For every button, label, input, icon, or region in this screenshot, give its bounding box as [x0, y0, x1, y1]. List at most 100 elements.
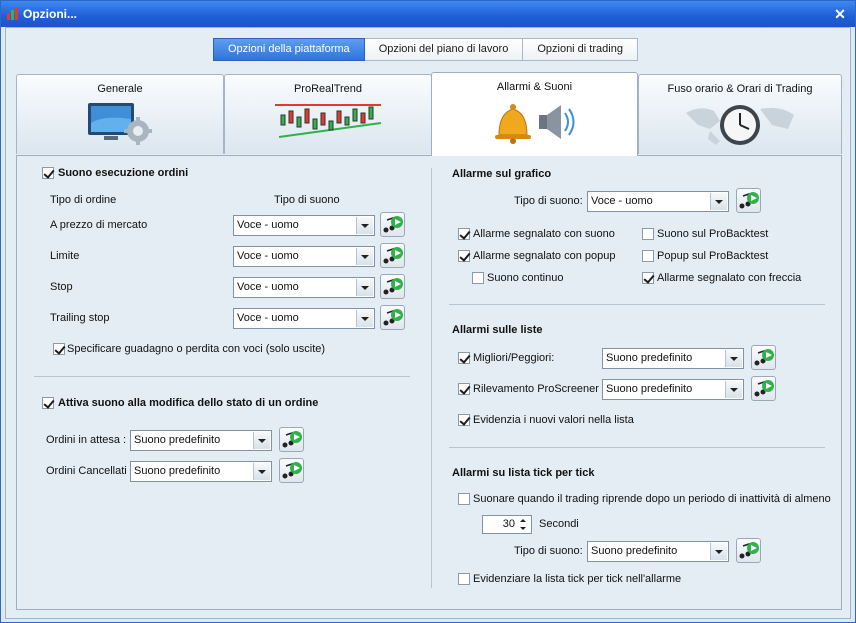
chevron-down-icon: [356, 279, 373, 296]
best-worst-sound-select[interactable]: Suono predefinito: [602, 348, 744, 369]
continuous-sound-checkbox[interactable]: [472, 272, 484, 284]
market-sound-select[interactable]: Voce - uomo: [233, 215, 375, 236]
bell-speaker-icon: [494, 104, 574, 144]
play-sound-button[interactable]: [279, 458, 304, 483]
best-worst-label: Migliori/Peggiori:: [473, 352, 555, 364]
play-sound-button[interactable]: [736, 188, 761, 213]
music-play-icon: [739, 542, 759, 559]
best-worst-checkbox[interactable]: [458, 352, 470, 364]
select-value: Suono predefinito: [134, 465, 221, 477]
limit-sound-select[interactable]: Voce - uomo: [233, 246, 375, 267]
alarm-sound-checkbox[interactable]: [458, 228, 470, 240]
select-value: Suono predefinito: [134, 434, 221, 446]
select-value: Suono predefinito: [591, 545, 678, 557]
select-value: Suono predefinito: [606, 383, 693, 395]
trailing-stop-sound-select[interactable]: Voce - uomo: [233, 308, 375, 329]
order-sound-title: Suono esecuzione ordini: [58, 167, 189, 179]
chevron-down-icon: [356, 310, 373, 327]
chevron-down-icon: [710, 193, 727, 210]
title-bar[interactable]: Opzioni... ✕: [1, 1, 855, 27]
tick-sound-select[interactable]: Suono predefinito: [587, 541, 729, 562]
category-tab-timezone[interactable]: Fuso orario & Orari di Trading: [638, 74, 842, 154]
column-divider: [431, 168, 432, 588]
play-sound-button[interactable]: [736, 538, 761, 563]
status-sound-title: Attiva suono alla modifica dello stato d…: [58, 397, 319, 409]
tab-workspace-options[interactable]: Opzioni del piano di lavoro: [364, 38, 524, 61]
play-sound-button[interactable]: [751, 345, 776, 370]
divider: [449, 304, 825, 305]
probacktest-sound-label: Suono sul ProBacktest: [657, 228, 769, 240]
alarm-popup-label: Allarme segnalato con popup: [473, 250, 616, 262]
trend-chart-icon: [275, 104, 382, 138]
spinner-value: 30: [502, 518, 515, 530]
cancelled-orders-label: Ordini Cancellati: [46, 465, 127, 477]
music-play-icon: [383, 247, 403, 264]
category-label: Fuso orario & Orari di Trading: [667, 83, 813, 95]
tick-sound-type-label: Tipo di suono:: [514, 545, 583, 557]
order-type-label: A prezzo di mercato: [50, 219, 148, 231]
play-sound-button[interactable]: [751, 376, 776, 401]
options-window: Opzioni... ✕ Opzioni della piattaforma O…: [0, 0, 856, 623]
proscreener-label: Rilevamento ProScreener: [473, 383, 599, 395]
select-value: Voce - uomo: [237, 219, 299, 231]
seconds-spinner[interactable]: 30: [482, 515, 532, 534]
music-play-icon: [383, 216, 403, 233]
tab-trading-options[interactable]: Opzioni di trading: [523, 38, 638, 61]
category-tab-prorealtrend[interactable]: ProRealTrend: [224, 74, 432, 154]
specify-voice-checkbox[interactable]: [53, 343, 65, 355]
chart-sound-select[interactable]: Voce - uomo: [587, 191, 729, 212]
spin-down-icon[interactable]: [518, 525, 530, 533]
highlight-tick-label: Evidenziare la lista tick per tick nell'…: [473, 573, 682, 585]
spin-up-icon[interactable]: [518, 517, 530, 525]
cancelled-sound-select[interactable]: Suono predefinito: [130, 461, 272, 482]
chevron-down-icon: [253, 432, 270, 449]
category-tab-alarms-sounds[interactable]: Allarmi & Suoni: [431, 72, 638, 156]
alarm-arrow-checkbox[interactable]: [642, 272, 654, 284]
probacktest-popup-checkbox[interactable]: [642, 250, 654, 262]
alarms-sounds-panel: Suono esecuzione ordini Tipo di ordine T…: [16, 155, 842, 610]
play-sound-button[interactable]: [380, 243, 405, 268]
chevron-down-icon: [356, 217, 373, 234]
category-tab-general[interactable]: Generale: [16, 74, 224, 154]
order-type-label: Stop: [50, 281, 73, 293]
alarm-sound-label: Allarme segnalato con suono: [473, 228, 615, 240]
list-alarm-title: Allarmi sulle liste: [452, 324, 543, 336]
probacktest-sound-checkbox[interactable]: [642, 228, 654, 240]
play-sound-button[interactable]: [279, 427, 304, 452]
pending-orders-label: Ordini in attesa :: [46, 434, 127, 446]
category-label: Generale: [97, 83, 143, 95]
alarm-popup-checkbox[interactable]: [458, 250, 470, 262]
music-play-icon: [383, 309, 403, 326]
continuous-sound-label: Suono continuo: [487, 272, 564, 284]
highlight-tick-checkbox[interactable]: [458, 573, 470, 585]
chevron-down-icon: [725, 350, 742, 367]
close-icon[interactable]: ✕: [831, 5, 849, 23]
select-value: Voce - uomo: [591, 195, 653, 207]
pending-sound-select[interactable]: Suono predefinito: [130, 430, 272, 451]
sound-type-header: Tipo di suono: [274, 194, 340, 206]
order-sound-checkbox[interactable]: [42, 167, 54, 179]
chevron-down-icon: [710, 543, 727, 560]
category-label: Allarmi & Suoni: [496, 81, 573, 93]
top-tab-group: Opzioni della piattaforma Opzioni del pi…: [213, 38, 638, 61]
divider: [449, 447, 825, 448]
play-sound-button[interactable]: [380, 212, 405, 237]
status-sound-checkbox[interactable]: [42, 397, 54, 409]
highlight-list-label: Evidenzia i nuovi valori nella lista: [473, 414, 634, 426]
stop-sound-select[interactable]: Voce - uomo: [233, 277, 375, 298]
music-play-icon: [383, 278, 403, 295]
play-sound-button[interactable]: [380, 305, 405, 330]
resume-sound-checkbox[interactable]: [458, 493, 470, 505]
tab-platform-options[interactable]: Opzioni della piattaforma: [213, 38, 365, 61]
alarm-arrow-label: Allarme segnalato con freccia: [657, 272, 802, 284]
proscreener-checkbox[interactable]: [458, 383, 470, 395]
chart-alarm-title: Allarme sul grafico: [452, 168, 552, 180]
highlight-list-checkbox[interactable]: [458, 414, 470, 426]
window-title: Opzioni...: [23, 7, 77, 21]
category-label: ProRealTrend: [293, 83, 363, 95]
dialog-body: Opzioni della piattaforma Opzioni del pi…: [5, 27, 851, 619]
proscreener-sound-select[interactable]: Suono predefinito: [602, 379, 744, 400]
play-sound-button[interactable]: [380, 274, 405, 299]
monitor-gear-icon: [88, 103, 152, 145]
select-value: Suono predefinito: [606, 352, 693, 364]
